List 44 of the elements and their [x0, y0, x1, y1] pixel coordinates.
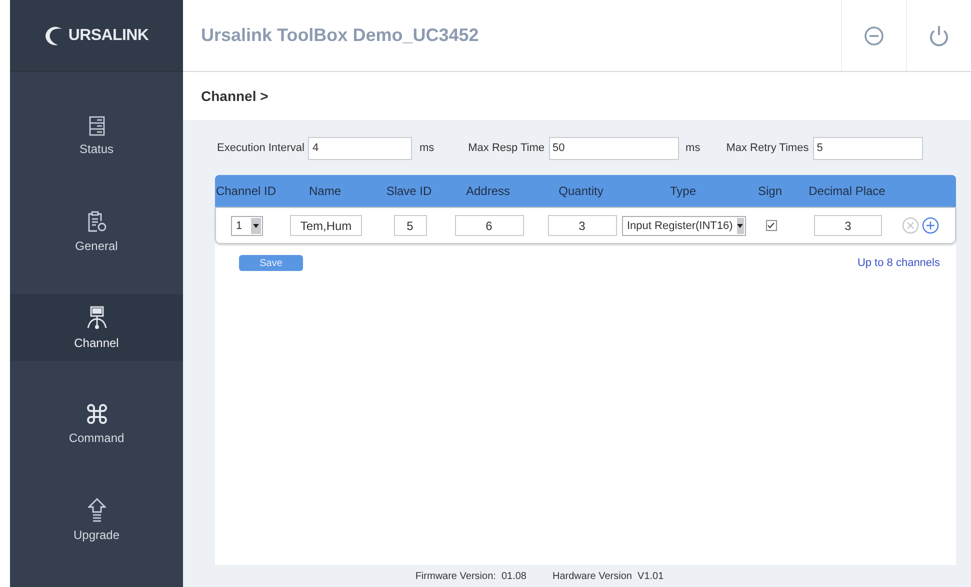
input-field[interactable]: 3 [814, 215, 882, 236]
type-select[interactable]: Input Register(INT16) [622, 216, 746, 236]
channel-select[interactable]: 1 [231, 216, 263, 236]
app-title: Ursalink ToolBox Demo_UC3452 [200, 24, 480, 47]
unit-label: ms [686, 142, 700, 154]
column-header: Address [464, 184, 512, 198]
upload-arrow-icon [88, 498, 106, 522]
column-header: Name [308, 184, 342, 198]
input-field[interactable]: 5 [812, 136, 923, 160]
version-text: Hardware Version V1.01 [552, 570, 664, 582]
logo-text: URSALINK [68, 26, 149, 44]
add-icon[interactable] [922, 217, 939, 234]
power-icon[interactable] [929, 24, 949, 46]
column-header: Type [668, 184, 697, 198]
field-label: Max Retry Times [726, 142, 809, 154]
channel-limit-note: Up to 8 channels [857, 257, 940, 269]
input-field[interactable]: 3 [548, 215, 616, 236]
column-header: Channel ID [215, 184, 277, 198]
minus-circle-icon[interactable] [864, 26, 884, 46]
breadcrumb: Channel > [183, 72, 971, 120]
field-label: Max Resp Time [468, 142, 545, 154]
input-field[interactable]: 5 [394, 215, 426, 236]
nav-item[interactable]: Upgrade [10, 486, 183, 553]
column-header: Decimal Place [808, 184, 886, 198]
field-label: Execution Interval [217, 142, 304, 154]
dropdown-arrow-icon[interactable] [253, 224, 259, 228]
nav-item[interactable]: Channel [10, 294, 183, 361]
column-header: Sign [756, 184, 784, 198]
dropdown-arrow-icon[interactable] [737, 224, 744, 228]
unit-label: ms [419, 142, 434, 154]
input-field[interactable]: 50 [548, 136, 679, 160]
input-field[interactable]: Tem,Hum [290, 215, 362, 236]
column-header: Quantity [558, 184, 604, 198]
input-field[interactable]: 4 [308, 136, 412, 160]
checkbox[interactable] [766, 220, 776, 231]
command-key-icon [86, 402, 108, 424]
server-icon [88, 116, 104, 136]
nav-item[interactable]: Command [10, 390, 183, 457]
nav-item[interactable]: Status [10, 102, 183, 169]
column-header: Slave ID [385, 184, 433, 198]
nav-item[interactable]: General [10, 198, 183, 265]
network-icon [86, 306, 108, 330]
version-text: Firmware Version: 01.08 [415, 570, 526, 582]
input-field[interactable]: 6 [454, 215, 524, 236]
